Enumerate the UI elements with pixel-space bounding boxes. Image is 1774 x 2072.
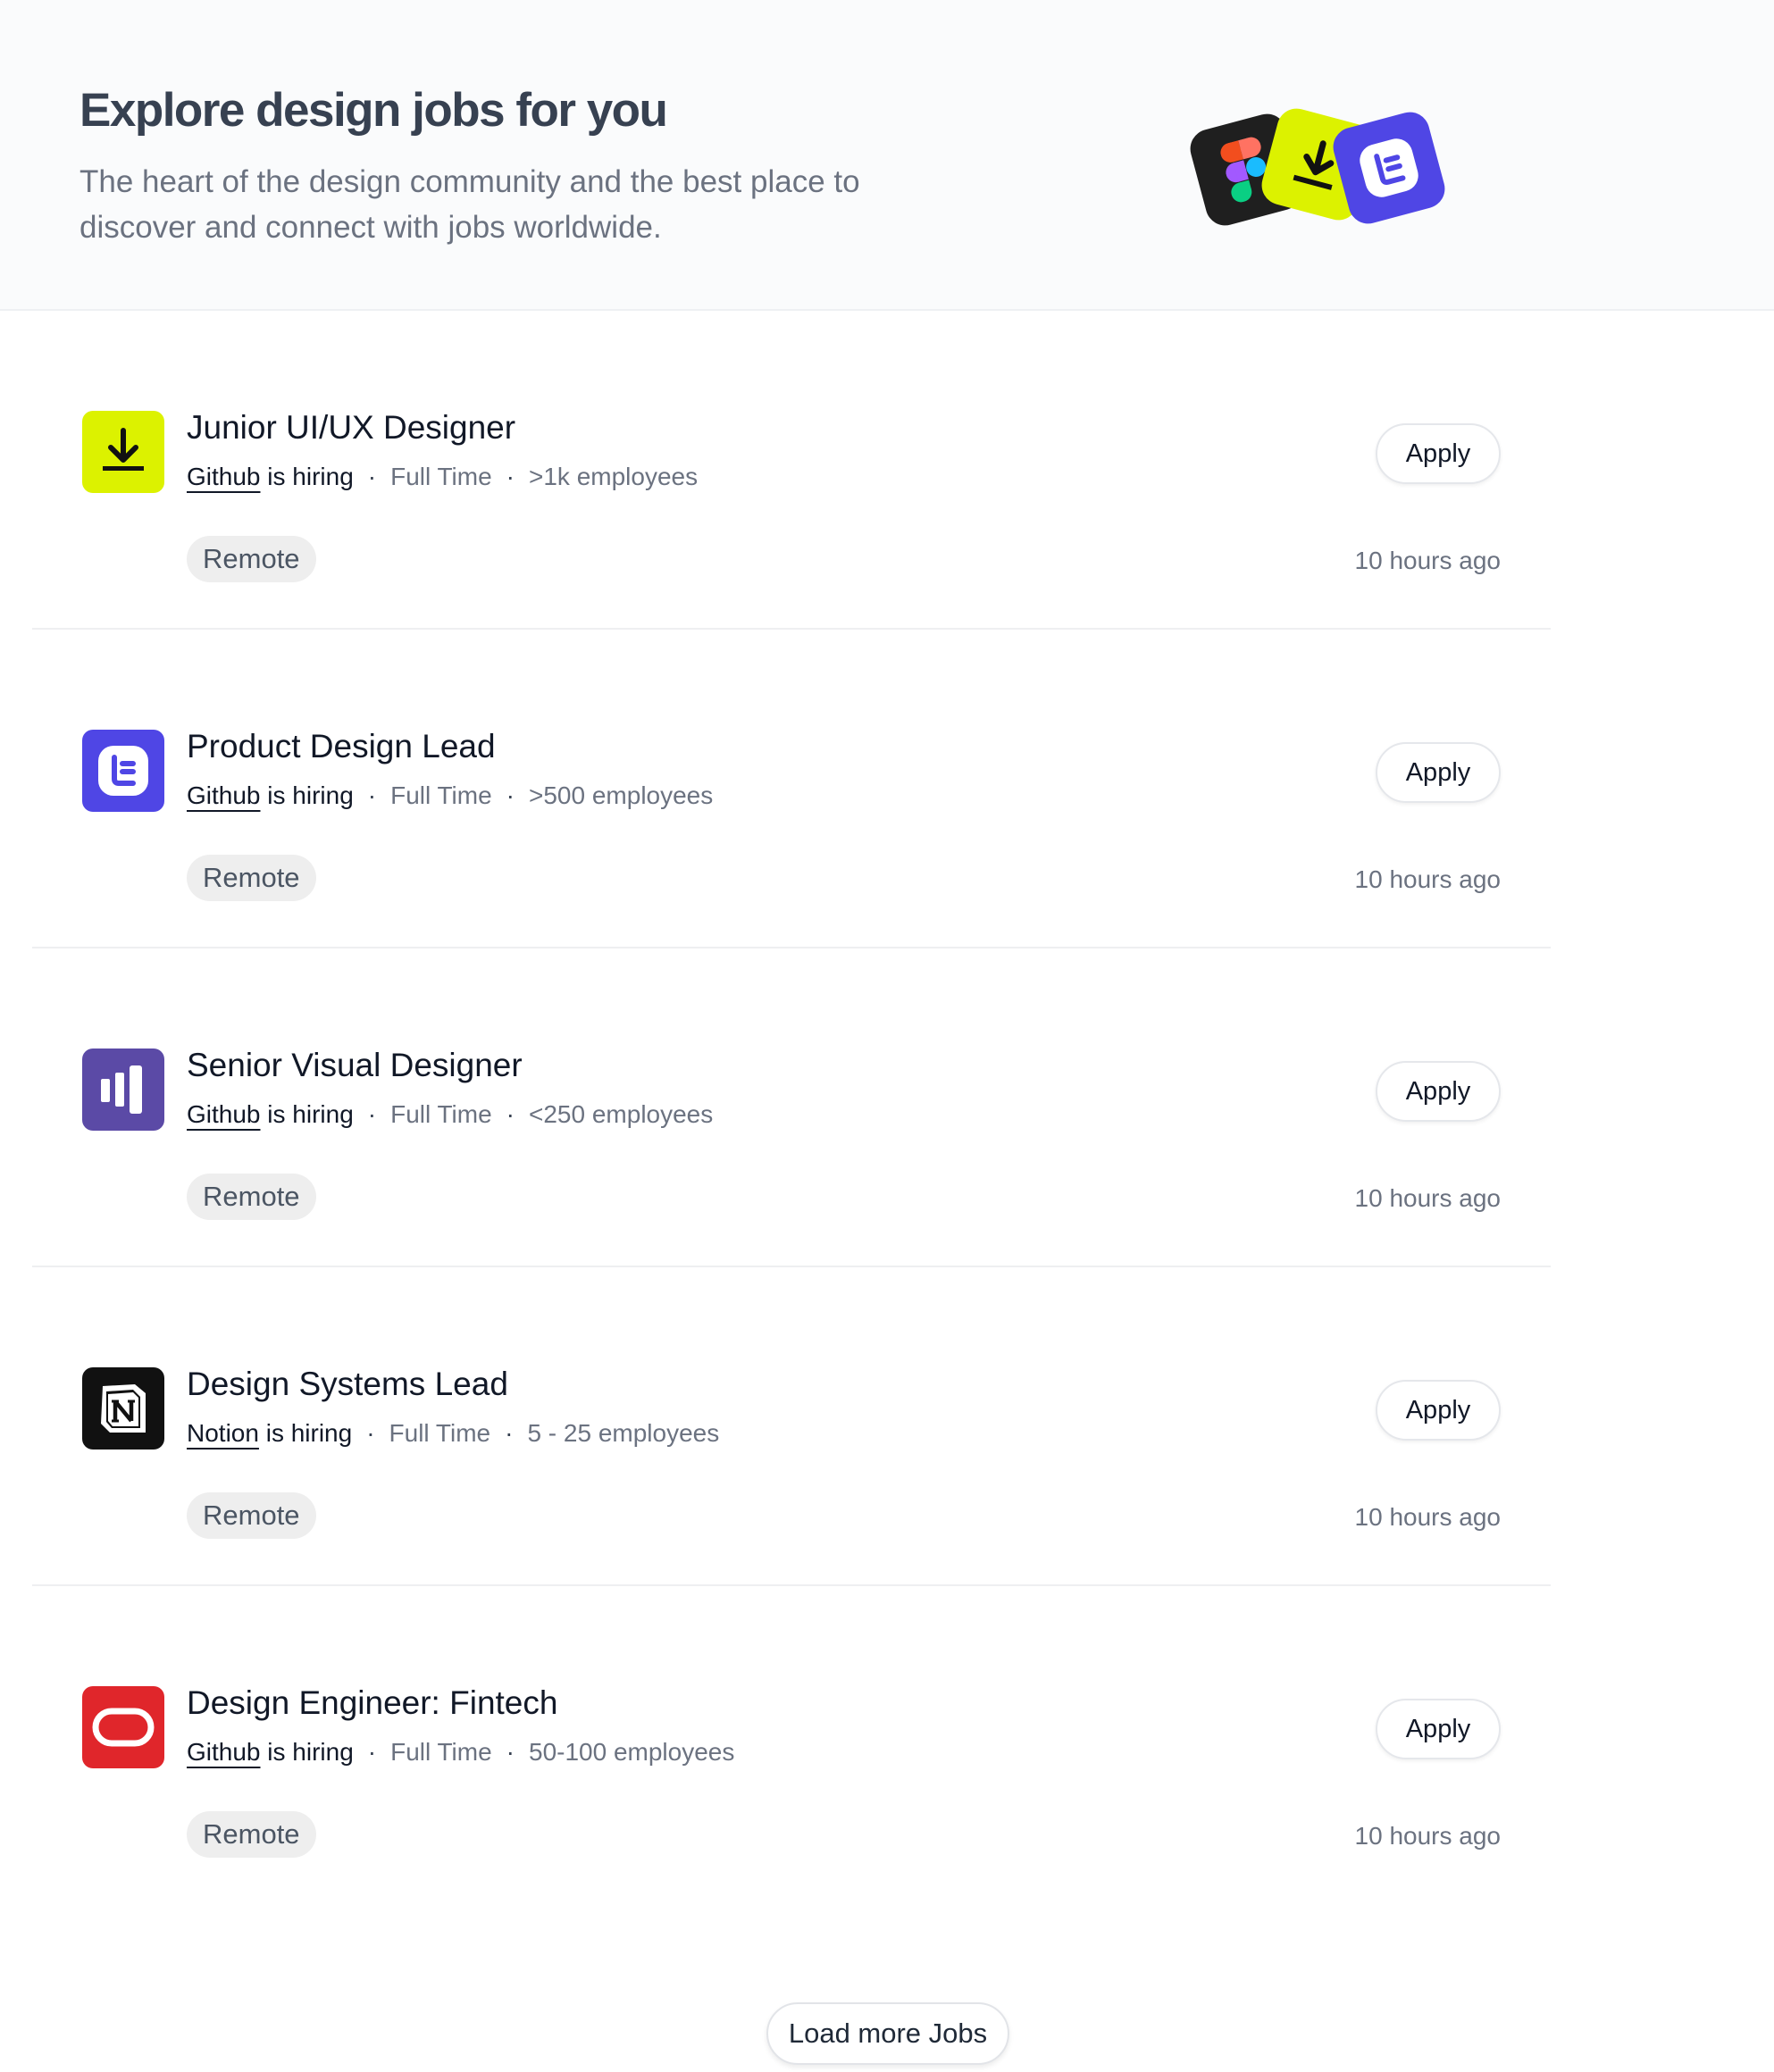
separator-dot: · — [506, 781, 515, 809]
apply-button[interactable]: Apply — [1376, 1380, 1501, 1441]
job-card: Design Systems Lead Notion is hiring · Ful… — [32, 1267, 1551, 1586]
job-card: Junior UI/UX Designer Github is hiring · F… — [32, 311, 1551, 630]
apply-button[interactable]: Apply — [1376, 1699, 1501, 1759]
posted-time: 10 hours ago — [1354, 1822, 1501, 1850]
job-title[interactable]: Design Engineer: Fintech — [187, 1683, 557, 1724]
separator-dot: · — [506, 1100, 515, 1128]
remote-tag[interactable]: Remote — [187, 1492, 316, 1539]
company-logo — [82, 1049, 164, 1131]
page-title: Explore design jobs for you — [79, 84, 668, 137]
e-letter-icon — [98, 746, 148, 796]
job-meta: Github is hiring · Full Time · 50-100 employ… — [187, 1736, 734, 1768]
employment-type: Full Time — [390, 781, 492, 809]
load-more-button[interactable]: Load more Jobs — [766, 2002, 1009, 2065]
job-title[interactable]: Junior UI/UX Designer — [187, 407, 515, 448]
job-meta: Github is hiring · Full Time · <250 employee… — [187, 1099, 713, 1131]
remote-tag[interactable]: Remote — [187, 1174, 316, 1220]
job-meta: Notion is hiring · Full Time · 5 - 25 employ… — [187, 1417, 719, 1450]
separator-dot: · — [367, 1100, 377, 1128]
job-card: Design Engineer: Fintech Github is hirin… — [32, 1586, 1551, 1905]
employment-type: Full Time — [390, 1100, 492, 1128]
oracle-icon — [92, 1708, 155, 1747]
job-title[interactable]: Senior Visual Designer — [187, 1045, 523, 1086]
company-size: >500 employees — [529, 781, 714, 809]
separator-dot: · — [506, 463, 515, 490]
company-logo — [82, 730, 164, 812]
notion-icon — [101, 1384, 146, 1433]
separator-dot: · — [505, 1419, 514, 1447]
hero-header: Explore design jobs for you The heart of… — [0, 0, 1774, 311]
employment-type: Full Time — [389, 1419, 491, 1447]
posted-time: 10 hours ago — [1354, 1184, 1501, 1212]
company-link[interactable]: Github — [187, 1738, 261, 1766]
employment-type: Full Time — [390, 463, 492, 490]
company-link[interactable]: Github — [187, 463, 261, 490]
hiring-text: is hiring — [267, 463, 354, 490]
company-link[interactable]: Github — [187, 1100, 261, 1128]
remote-tag[interactable]: Remote — [187, 1811, 316, 1858]
company-size: 5 - 25 employees — [527, 1419, 720, 1447]
apply-button[interactable]: Apply — [1376, 423, 1501, 484]
company-logo — [82, 1686, 164, 1768]
apply-button[interactable]: Apply — [1376, 742, 1501, 803]
company-size: 50-100 employees — [529, 1738, 735, 1766]
separator-dot: · — [367, 781, 377, 809]
hiring-text: is hiring — [267, 1100, 354, 1128]
bars-icon — [101, 1065, 142, 1114]
posted-time: 10 hours ago — [1354, 865, 1501, 893]
job-title[interactable]: Design Systems Lead — [187, 1364, 508, 1405]
company-logo — [82, 411, 164, 493]
hero-logo-stack — [1179, 103, 1450, 237]
hiring-text: is hiring — [265, 1419, 353, 1447]
hiring-text: is hiring — [267, 1738, 354, 1766]
remote-tag[interactable]: Remote — [187, 536, 316, 582]
separator-dot: · — [366, 1419, 375, 1447]
employment-type: Full Time — [390, 1738, 492, 1766]
job-card: Product Design Lead Github is hiring · Ful… — [32, 630, 1551, 948]
separator-dot: · — [506, 1738, 515, 1766]
posted-time: 10 hours ago — [1354, 1503, 1501, 1531]
apply-button[interactable]: Apply — [1376, 1061, 1501, 1122]
job-meta: Github is hiring · Full Time · >500 employee… — [187, 780, 713, 812]
separator-dot: · — [367, 463, 377, 490]
company-link[interactable]: Github — [187, 781, 261, 809]
remote-tag[interactable]: Remote — [187, 855, 316, 901]
company-size: >1k employees — [529, 463, 699, 490]
job-title[interactable]: Product Design Lead — [187, 726, 496, 767]
job-meta: Github is hiring · Full Time · >1k employees — [187, 461, 698, 493]
page-subtitle: The heart of the design community and th… — [79, 164, 860, 245]
job-card: Senior Visual Designer Github is hiring ·… — [32, 948, 1551, 1267]
company-size: <250 employees — [529, 1100, 714, 1128]
separator-dot: · — [367, 1738, 377, 1766]
download-icon — [103, 428, 144, 471]
posted-time: 10 hours ago — [1354, 547, 1501, 574]
company-logo — [82, 1367, 164, 1450]
hiring-text: is hiring — [267, 781, 354, 809]
company-link[interactable]: Notion — [187, 1419, 259, 1447]
